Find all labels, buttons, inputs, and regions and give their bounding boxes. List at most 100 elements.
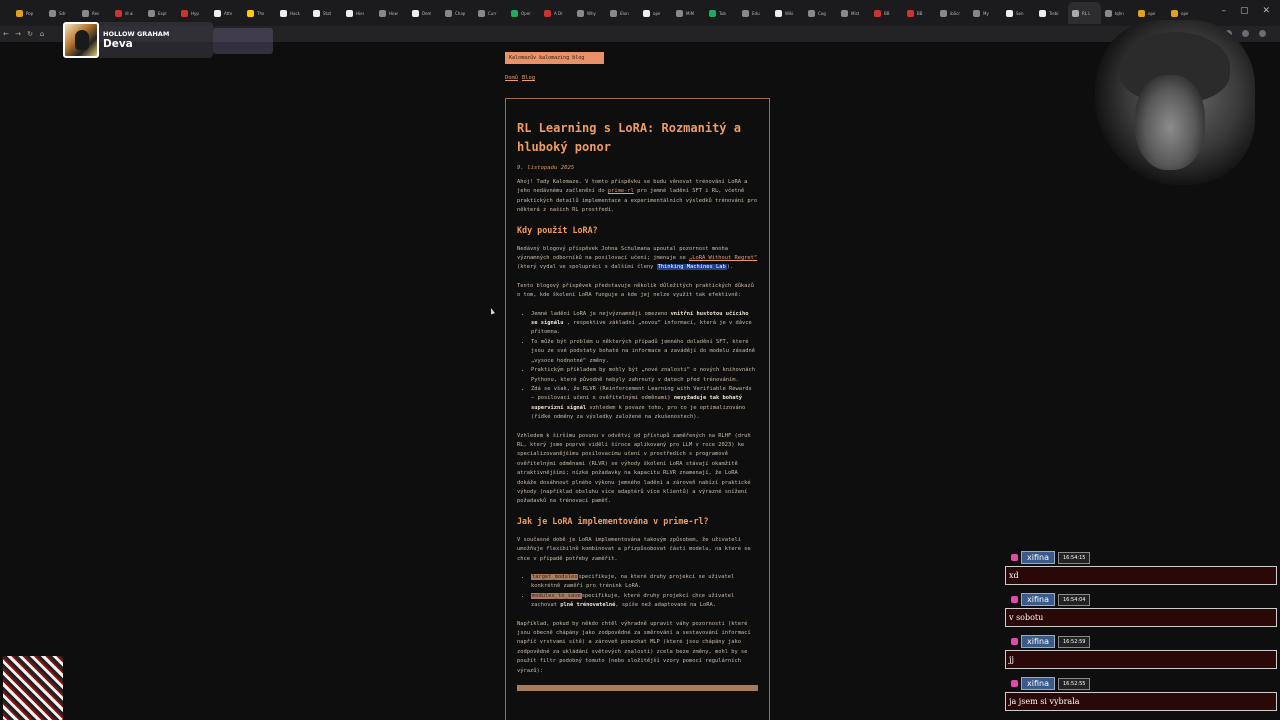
- mouse-cursor: [489, 307, 495, 315]
- browser-tab[interactable]: ope: [639, 2, 672, 24]
- chat-overlay: xifina 16:54:15 xd xifina 16:54:04 v sobotu xi…: [1005, 551, 1277, 719]
- text: ).: [726, 264, 734, 271]
- tab-favicon-icon: [511, 9, 518, 17]
- browser-tab[interactable]: ibScr: [936, 2, 969, 24]
- blog-article: RL Learning s LoRA: Rozmanitý a hluboký …: [505, 98, 770, 720]
- track-title: Deva: [103, 38, 133, 50]
- tab-favicon-icon: [544, 9, 551, 17]
- blog-title-badge[interactable]: Kalomazův kalomazing blog: [505, 52, 604, 64]
- webcam-overlay: [1135, 75, 1205, 170]
- browser-tab[interactable]: Elon: [606, 2, 639, 24]
- config-list: target_modulesspecifikuje, na které druh…: [531, 573, 758, 611]
- list-item: Zdá se však, že RLVR (Reinforcement Lear…: [531, 385, 758, 423]
- reload-icon[interactable]: ↻: [24, 30, 36, 38]
- heading-implementation: Jak je LoRA implementována v prime-rl?: [517, 515, 709, 526]
- browser-tab[interactable]: Pop: [12, 2, 45, 24]
- chat-message-text: xd: [1005, 566, 1277, 585]
- lora-without-regret-link[interactable]: „LoRA Without Regret“: [689, 255, 757, 261]
- extension-icon[interactable]: [1259, 30, 1266, 37]
- tab-title: Cog: [818, 10, 826, 16]
- text: Jemné ladění LoRA je nejvýznamněji omeze…: [531, 310, 671, 317]
- tab-title: MiM: [686, 10, 695, 16]
- tab-favicon-icon: [775, 9, 782, 17]
- browser-tab[interactable]: Wiki: [771, 2, 804, 24]
- tab-title: Why: [587, 10, 596, 16]
- tab-title: Expl: [158, 10, 167, 16]
- browser-tab[interactable]: Hack: [276, 2, 309, 24]
- browser-tab[interactable]: A Dr: [540, 2, 573, 24]
- browser-tab[interactable]: Oper: [507, 2, 540, 24]
- minimize-button[interactable]: –: [1221, 6, 1226, 16]
- tab-favicon-icon: [82, 9, 89, 17]
- browser-tab[interactable]: Edu: [738, 2, 771, 24]
- browser-tab[interactable]: Why: [573, 2, 606, 24]
- chat-message-text: v sobotu: [1005, 608, 1277, 627]
- tab-favicon-icon: [874, 9, 881, 17]
- close-button[interactable]: ✕: [1262, 6, 1270, 16]
- browser-tab[interactable]: Tub: [705, 2, 738, 24]
- prime-rl-link[interactable]: prime-rl: [608, 188, 634, 194]
- browser-tab[interactable]: Chap: [441, 2, 474, 24]
- impl-intro-paragraph: V současné době je LoRA implementována t…: [517, 536, 751, 562]
- extension-icon[interactable]: [1242, 30, 1249, 37]
- list-item: Jemné ladění LoRA je nejvýznamněji omeze…: [531, 310, 758, 338]
- breadcrumb-blog-link[interactable]: Blog: [522, 75, 535, 81]
- browser-tab[interactable]: Sdr: [45, 2, 78, 24]
- article-date: 9. listopadu 2025: [517, 165, 575, 171]
- browser-tab[interactable]: Iqhn: [1101, 2, 1134, 24]
- rlhf-paragraph: Vzhledem k širšímu posunu v odvětví od p…: [517, 432, 751, 505]
- tab-title: Trebi: [1049, 10, 1059, 16]
- maximize-button[interactable]: ▢: [1240, 6, 1249, 16]
- browser-tab[interactable]: The: [243, 2, 276, 24]
- tab-favicon-icon: [379, 9, 386, 17]
- tab-favicon-icon: [115, 9, 122, 17]
- back-icon[interactable]: ←: [0, 30, 12, 38]
- browser-tab[interactable]: MiM: [672, 2, 705, 24]
- chat-message-header: xifina 16:54:04: [1005, 593, 1277, 606]
- chat-platform-icon: [1011, 554, 1018, 561]
- browser-tab[interactable]: Attn: [210, 2, 243, 24]
- chat-message: xifina 16:54:15 xd: [1005, 551, 1277, 585]
- bold-text: plně trénovatelné: [560, 602, 616, 609]
- browser-tab[interactable]: Curr: [474, 2, 507, 24]
- breadcrumb-home-link[interactable]: Domů: [505, 75, 518, 81]
- browser-tab[interactable]: dl ai: [111, 2, 144, 24]
- browser-tab[interactable]: BB: [903, 2, 936, 24]
- intro-paragraph: Ahoj! Tady Kalomaze. V tomto příspěvku s…: [517, 178, 758, 216]
- forward-icon[interactable]: →: [12, 30, 24, 38]
- tab-favicon-icon: [214, 9, 221, 17]
- tab-title: Chap: [455, 10, 466, 16]
- browser-tab[interactable]: BB: [870, 2, 903, 24]
- tab-favicon-icon: [1006, 9, 1013, 17]
- browser-tab[interactable]: RL L: [1068, 2, 1101, 24]
- chat-timestamp: 16:54:04: [1057, 593, 1091, 606]
- browser-tab[interactable]: My: [969, 2, 1002, 24]
- browser-tab[interactable]: Stat: [309, 2, 342, 24]
- browser-tab[interactable]: Trebi: [1035, 2, 1068, 24]
- browser-tab[interactable]: Hyp: [177, 2, 210, 24]
- list-item: modules_to_savespecifikuje, které druhy …: [531, 592, 758, 611]
- browser-tab[interactable]: Cog: [804, 2, 837, 24]
- browser-tab[interactable]: Sen: [1002, 2, 1035, 24]
- chat-message: xifina 16:52:59 jj: [1005, 635, 1277, 669]
- browser-tab[interactable]: How: [375, 2, 408, 24]
- tab-title: Curr: [488, 10, 497, 16]
- chat-username: xifina: [1021, 593, 1055, 606]
- tab-title: Pop: [26, 10, 34, 16]
- tab-title: Attn: [224, 10, 233, 16]
- chat-platform-icon: [1011, 596, 1018, 603]
- tab-title: BB: [917, 10, 923, 16]
- browser-tab[interactable]: Hier: [342, 2, 375, 24]
- browser-tab[interactable]: Mist: [837, 2, 870, 24]
- browser-tab[interactable]: Dem: [408, 2, 441, 24]
- tab-favicon-icon: [676, 9, 683, 17]
- now-playing-widget: HOLLOW GRAHAM Deva: [63, 22, 273, 58]
- browser-tab[interactable]: Expl: [144, 2, 177, 24]
- home-icon[interactable]: ⌂: [36, 30, 48, 38]
- browser-tab[interactable]: Res: [78, 2, 111, 24]
- tab-title: Wiki: [785, 10, 794, 16]
- heading-when-to-use-lora: Kdy použít LoRA?: [517, 224, 598, 235]
- example-paragraph: Například, pokud by někdo chtěl výhradně…: [517, 620, 751, 674]
- tab-favicon-icon: [973, 9, 980, 17]
- findings-list: Jemné ladění LoRA je nejvýznamněji omeze…: [531, 310, 758, 423]
